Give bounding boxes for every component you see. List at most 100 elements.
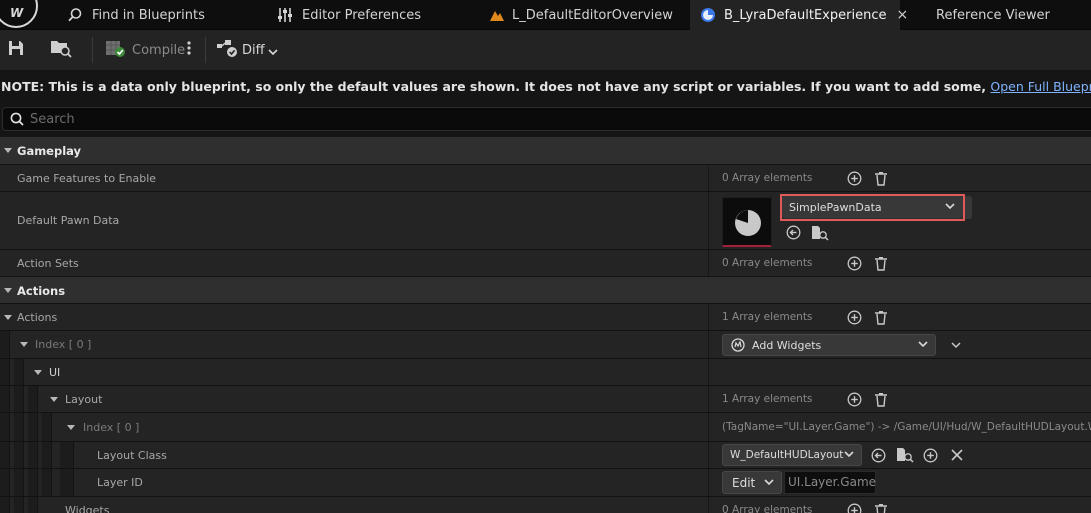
trash-icon[interactable]	[874, 310, 888, 325]
tab-b-lyra-default-experience[interactable]: B_LyraDefaultExperience ×	[690, 0, 908, 30]
property-label: Default Pawn Data	[17, 214, 120, 227]
add-element-button[interactable]	[847, 171, 862, 186]
indent-guide	[28, 386, 38, 412]
sliders-icon	[276, 6, 294, 24]
action-type-combo[interactable]: Add Widgets	[722, 334, 936, 356]
category-label: Gameplay	[17, 144, 82, 158]
indent-guide	[42, 413, 52, 441]
property-label: Layer ID	[97, 476, 143, 489]
compile-options-button[interactable]	[186, 38, 192, 62]
indent-guide	[14, 497, 24, 513]
browse-asset-icon[interactable]	[811, 225, 829, 241]
category-label: Actions	[17, 284, 66, 298]
add-element-button[interactable]	[847, 503, 862, 513]
chevron-down-icon	[917, 338, 929, 353]
details-search-box	[2, 107, 1091, 131]
trash-icon[interactable]	[874, 392, 888, 407]
add-element-button[interactable]	[847, 392, 862, 407]
property-label: Index [ 0 ]	[35, 338, 92, 351]
tab-editor-preferences[interactable]: Editor Preferences	[266, 0, 431, 30]
tab-find-in-blueprints[interactable]: Find in Blueprints	[56, 0, 215, 30]
indent-guide	[0, 413, 10, 441]
save-icon	[7, 39, 25, 61]
default-pawn-data-combo[interactable]: SimplePawnData	[782, 196, 963, 218]
blueprint-editor-window: W Find in Blueprints Editor Preferences …	[0, 0, 1091, 513]
indent-guide	[28, 497, 38, 513]
property-label: UI	[49, 366, 61, 379]
indent-guide	[0, 331, 10, 358]
collapse-arrow-icon[interactable]	[4, 148, 12, 153]
pawn-data-icon	[735, 210, 761, 236]
search-icon	[66, 6, 84, 24]
collapse-arrow-icon[interactable]	[4, 288, 12, 293]
name-cell	[0, 304, 709, 330]
clear-icon[interactable]	[950, 448, 964, 462]
property-row-game-features: Game Features to Enable 0 Array elements	[0, 165, 1091, 192]
tab-label: Editor Preferences	[302, 7, 422, 23]
unreal-logo-icon[interactable]: W	[0, 0, 38, 28]
level-icon	[488, 6, 506, 24]
use-selected-arrow-icon[interactable]	[871, 448, 886, 463]
expand-arrow-icon[interactable]	[20, 342, 28, 347]
tab-label: Reference Viewer	[936, 7, 1050, 23]
category-gameplay[interactable]: Gameplay	[0, 137, 1091, 165]
category-actions[interactable]: Actions	[0, 277, 1091, 304]
diff-button[interactable]: Diff	[216, 38, 278, 62]
compile-icon	[104, 38, 126, 62]
add-element-button[interactable]	[923, 448, 938, 463]
layer-id-tag-field[interactable]: UI.Layer.Game	[784, 471, 876, 494]
open-full-blueprint-editor-link[interactable]: Open Full Blueprint Editor	[990, 79, 1091, 94]
property-row-layer-id: Layer ID Edit UI.Layer.Game	[0, 469, 1091, 497]
indent-guide	[28, 469, 38, 496]
struct-summary: (TagName="UI.Layer.Game") -> /Game/UI/Hu…	[722, 421, 1091, 433]
unreal-logo-icon	[731, 338, 745, 352]
expand-arrow-icon[interactable]	[4, 315, 12, 320]
indent-guide	[0, 386, 10, 412]
chevron-down-icon	[268, 41, 278, 60]
tab-reference-viewer[interactable]: Reference Viewer	[926, 0, 1060, 30]
tab-level-overview[interactable]: L_DefaultEditorOverview	[478, 0, 683, 30]
compile-button[interactable]: Compile	[104, 38, 185, 62]
name-cell	[0, 386, 709, 412]
asset-thumbnail[interactable]	[722, 197, 772, 247]
trash-icon[interactable]	[874, 503, 888, 513]
indent-guide	[0, 469, 10, 496]
edit-label: Edit	[732, 475, 756, 490]
close-icon[interactable]: ×	[896, 7, 908, 23]
details-panel: Gameplay Game Features to Enable 0 Array…	[0, 137, 1091, 513]
indent-guide	[14, 442, 24, 468]
indent-guide	[28, 413, 38, 441]
expand-arrow-icon[interactable]	[34, 370, 42, 375]
vertical-ellipsis-icon	[186, 40, 192, 60]
add-element-button[interactable]	[847, 310, 862, 325]
note-text: NOTE: This is a data only blueprint, so …	[1, 79, 991, 94]
property-label: Layout Class	[97, 449, 167, 462]
property-row-actions-index-0: Index [ 0 ] Add Widgets	[0, 331, 1091, 359]
use-selected-arrow-icon[interactable]	[786, 225, 801, 240]
blueprint-icon	[700, 6, 716, 24]
property-row-ui: UI	[0, 359, 1091, 386]
layout-class-combo[interactable]: W_DefaultHUDLayout	[722, 444, 862, 466]
tab-label: Find in Blueprints	[92, 7, 205, 23]
browse-asset-icon[interactable]	[896, 447, 914, 463]
folder-search-icon	[50, 38, 72, 62]
property-row-widgets: Widgets 0 Array elements	[0, 497, 1091, 513]
edit-tag-button[interactable]: Edit	[722, 471, 782, 494]
toolbar: Compile Diff	[0, 30, 1091, 70]
trash-icon[interactable]	[874, 256, 888, 271]
browse-button[interactable]	[50, 38, 72, 62]
chevron-down-icon	[843, 448, 855, 463]
diff-icon	[216, 38, 238, 62]
save-button[interactable]	[7, 38, 25, 62]
expand-arrow-icon[interactable]	[67, 425, 75, 430]
property-label: Action Sets	[17, 257, 79, 270]
trash-icon[interactable]	[874, 171, 888, 186]
search-input[interactable]	[30, 111, 1030, 127]
add-element-button[interactable]	[847, 256, 862, 271]
chevron-down-icon[interactable]	[950, 339, 962, 351]
array-count: 0 Array elements	[722, 257, 813, 269]
indent-guide	[42, 442, 52, 468]
expand-arrow-icon[interactable]	[50, 397, 58, 402]
property-label: Game Features to Enable	[17, 172, 157, 185]
property-row-actions: Actions 1 Array elements	[0, 304, 1091, 331]
